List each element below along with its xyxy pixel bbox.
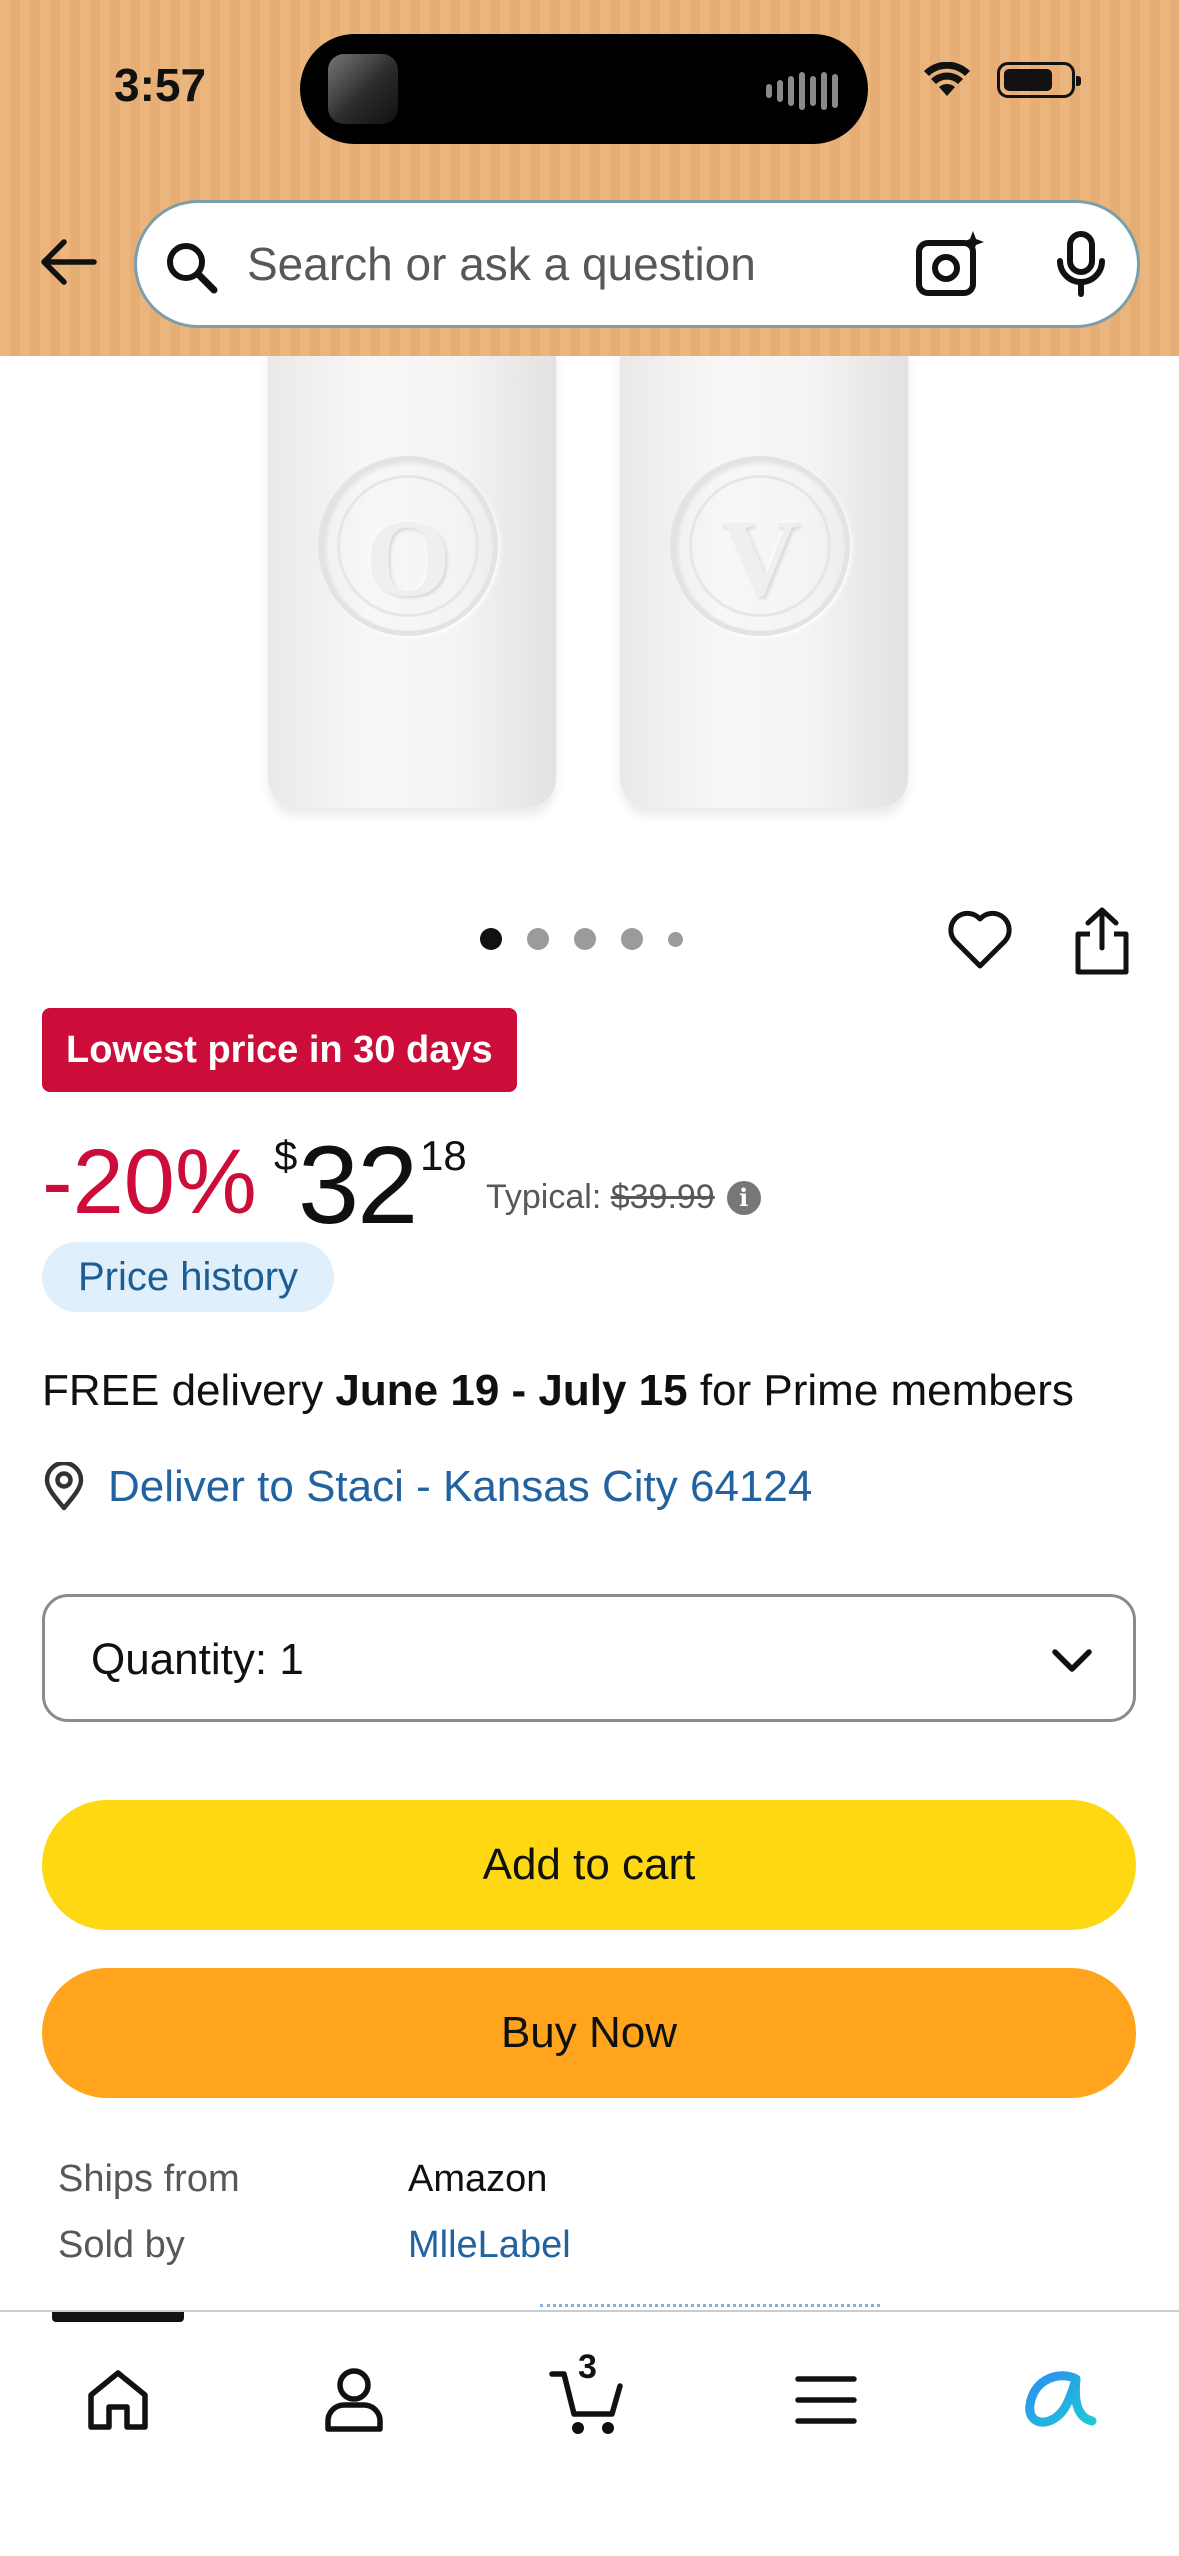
- back-arrow-icon[interactable]: [36, 230, 100, 294]
- info-icon[interactable]: i: [726, 1181, 761, 1215]
- add-to-cart-button[interactable]: Add to cart: [42, 1800, 1136, 1930]
- status-time: 3:57: [114, 59, 207, 111]
- delivery-suffix: for Prime members: [687, 1366, 1074, 1415]
- nav-home[interactable]: [70, 2352, 166, 2448]
- deliver-to-link[interactable]: Deliver to Staci - Kansas City 64124: [42, 1462, 812, 1512]
- search-icon: [167, 243, 218, 294]
- delivery-info: FREE delivery June 19 - July 15 for Prim…: [42, 1366, 1074, 1416]
- quantity-label: Quantity:: [91, 1635, 268, 1684]
- microphone-icon[interactable]: [1053, 231, 1109, 297]
- home-icon: [88, 2370, 148, 2430]
- wifi-icon: [924, 62, 970, 96]
- status-icons: [923, 62, 1081, 98]
- carousel-dot-active[interactable]: [480, 928, 502, 950]
- deal-badge: Lowest price in 30 days: [42, 1008, 517, 1092]
- profile-icon: [325, 2368, 383, 2432]
- location-pin-icon: [44, 1462, 84, 1511]
- carousel-dot[interactable]: [527, 928, 549, 950]
- buy-now-button[interactable]: Buy Now: [42, 1968, 1136, 2098]
- deliver-to-address[interactable]: Deliver to Staci - Kansas City 64124: [108, 1462, 812, 1512]
- quantity-text: Quantity: 1: [91, 1635, 304, 1685]
- cart-count-badge: 3: [578, 2348, 597, 2386]
- battery-icon: [997, 62, 1081, 98]
- price-block: -20% $ 32 18 Typical: $39.99 i: [42, 1118, 1142, 1247]
- rufus-icon: [1025, 2371, 1097, 2427]
- typical-label: Typical:: [486, 1178, 602, 1216]
- bottom-nav: 3: [0, 2310, 1179, 2556]
- typical-price-value: $39.99: [610, 1178, 715, 1216]
- image-carousel-dots[interactable]: [480, 928, 683, 950]
- delivery-dates: June 19 - July 15: [335, 1366, 688, 1415]
- nav-profile[interactable]: [306, 2352, 402, 2448]
- now-playing-artwork: [328, 54, 398, 124]
- shaker-right: V: [620, 356, 908, 808]
- seller-link[interactable]: MlleLabel: [408, 2224, 571, 2266]
- product-image[interactable]: O V: [0, 356, 1179, 866]
- nav-rufus[interactable]: [1012, 2352, 1108, 2448]
- ships-from-label: Ships from: [58, 2158, 240, 2200]
- price-currency: $: [274, 1132, 298, 1179]
- quantity-value: 1: [279, 1635, 304, 1684]
- ships-from-row: Ships from Amazon: [58, 2158, 547, 2201]
- camera-search-icon[interactable]: [915, 229, 987, 299]
- share-icon[interactable]: [1070, 906, 1134, 976]
- delivery-prefix: FREE delivery: [42, 1366, 336, 1415]
- app-header: 3:57: [0, 0, 1179, 356]
- shaker-letter: O: [365, 497, 451, 619]
- shaker-left: O: [268, 356, 556, 808]
- quantity-selector[interactable]: Quantity: 1: [42, 1594, 1136, 1722]
- heart-icon[interactable]: [946, 906, 1014, 974]
- price-whole: 32: [298, 1124, 418, 1247]
- discount-percent: -20%: [42, 1131, 257, 1233]
- shaker-emblem: V: [670, 456, 850, 636]
- ships-from-value: Amazon: [408, 2158, 548, 2200]
- dynamic-island[interactable]: [300, 34, 868, 144]
- nav-active-indicator: [52, 2312, 184, 2322]
- price-fraction: 18: [420, 1132, 467, 1179]
- chevron-down-icon: [1052, 1649, 1092, 1672]
- carousel-dot[interactable]: [668, 931, 683, 947]
- sold-by-row: Sold by MlleLabel: [58, 2224, 571, 2267]
- search-input[interactable]: [247, 203, 1007, 325]
- carousel-dot[interactable]: [574, 928, 596, 950]
- search-bar[interactable]: [134, 200, 1140, 328]
- audio-wave-icon: [766, 72, 838, 110]
- sold-by-label: Sold by: [58, 2224, 185, 2266]
- shaker-emblem: O: [318, 456, 498, 636]
- carousel-dot[interactable]: [621, 928, 643, 950]
- nav-menu[interactable]: [778, 2352, 874, 2448]
- shaker-letter: V: [720, 497, 800, 619]
- menu-icon: [795, 2376, 857, 2424]
- nav-cart[interactable]: 3: [540, 2348, 636, 2448]
- price-history-button[interactable]: Price history: [42, 1242, 335, 1312]
- typical-price: Typical: $39.99 i: [486, 1178, 761, 1217]
